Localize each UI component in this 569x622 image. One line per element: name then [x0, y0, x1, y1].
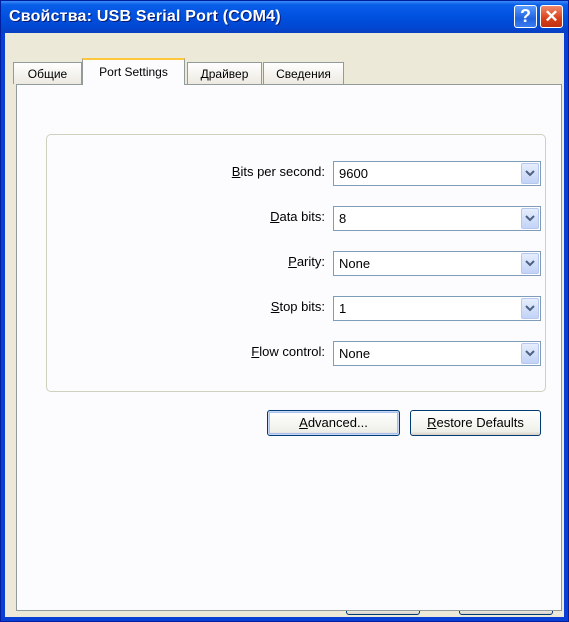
chevron-down-icon[interactable] — [521, 253, 539, 274]
close-icon[interactable]: ✕ — [540, 5, 563, 28]
flow-control-label: Flow control: — [251, 344, 325, 359]
chevron-down-icon[interactable] — [521, 343, 539, 364]
port-settings-panel: Bits per second: 9600 Data bits: 8 Parit… — [16, 84, 562, 611]
chevron-down-icon[interactable] — [521, 298, 539, 319]
data-bits-select[interactable]: 8 — [333, 206, 541, 231]
parity-label: Parity: — [288, 254, 325, 269]
stop-bits-label: Stop bits: — [270, 299, 325, 314]
flow-control-value: None — [339, 346, 371, 361]
tab-driver[interactable]: Драйвер — [187, 62, 262, 84]
dialog-client-area: Общие Port Settings Драйвер Сведения Bit… — [5, 33, 564, 617]
flow-control-select[interactable]: None — [333, 341, 541, 366]
chevron-down-icon[interactable] — [521, 208, 539, 229]
title-bar[interactable]: Свойства: USB Serial Port (COM4) ? ✕ — [1, 1, 568, 33]
tab-details[interactable]: Сведения — [263, 62, 344, 84]
window-title: Свойства: USB Serial Port (COM4) — [9, 8, 281, 25]
help-icon[interactable]: ? — [514, 5, 537, 28]
data-bits-value: 8 — [339, 211, 347, 226]
bits-per-second-label: Bits per second: — [231, 164, 325, 179]
tab-general[interactable]: Общие — [13, 62, 82, 84]
parity-select[interactable]: None — [333, 251, 541, 276]
tab-port-settings[interactable]: Port Settings — [82, 58, 185, 85]
stop-bits-select[interactable]: 1 — [333, 296, 541, 321]
bits-per-second-select[interactable]: 9600 — [333, 161, 541, 186]
parity-value: None — [339, 256, 371, 271]
stop-bits-value: 1 — [339, 301, 347, 316]
bits-per-second-value: 9600 — [339, 166, 368, 181]
properties-window: Свойства: USB Serial Port (COM4) ? ✕ Общ… — [0, 0, 569, 622]
restore-defaults-button[interactable]: Restore Defaults — [410, 410, 541, 436]
chevron-down-icon[interactable] — [521, 163, 539, 184]
advanced-button[interactable]: Advanced... — [267, 410, 400, 436]
data-bits-label: Data bits: — [270, 209, 325, 224]
